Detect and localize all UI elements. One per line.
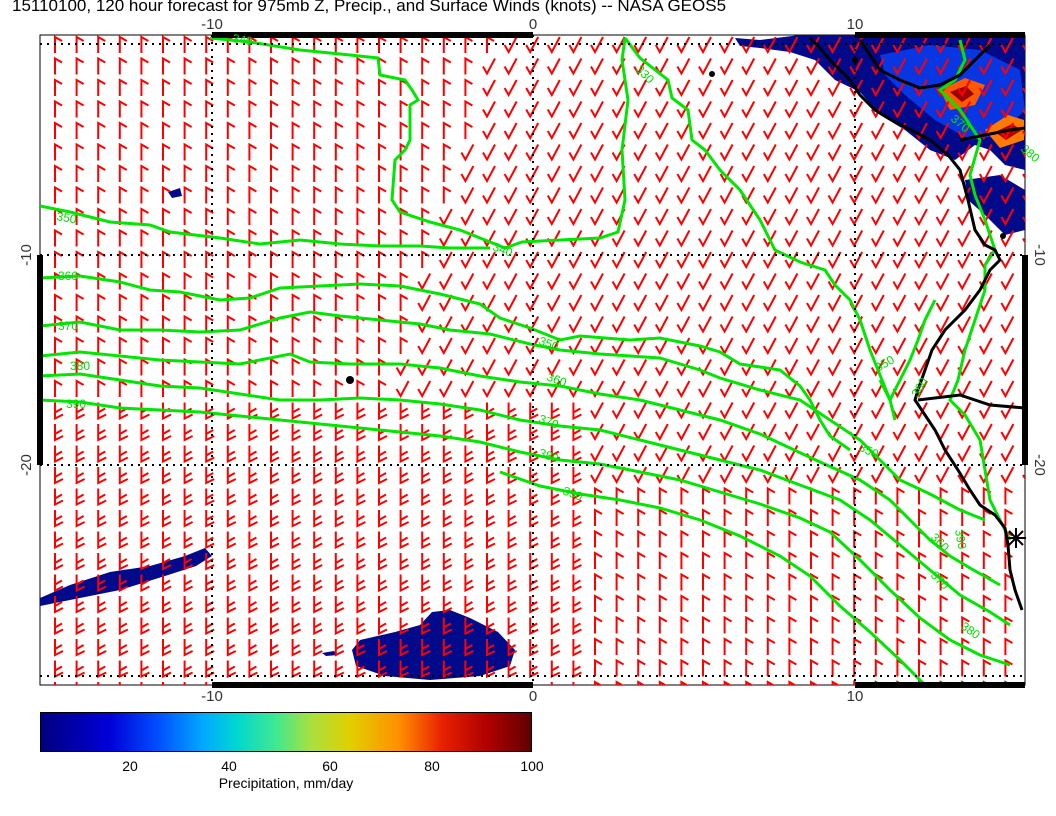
colorbar-tick: 20 [122, 758, 138, 774]
wind-barb [1027, 575, 1034, 591]
contour-label: 360 [58, 269, 78, 283]
wind-barb [1027, 510, 1034, 526]
lon-tick-bottom: 10 [847, 688, 864, 705]
lon-tick-top: 10 [847, 16, 864, 33]
lon-tick-bottom: -10 [201, 688, 223, 705]
colorbar-tick: 80 [424, 758, 440, 774]
lon-tick-top: 0 [529, 16, 537, 33]
station-asterisk-icon [1006, 528, 1026, 548]
colorbar-tick: 60 [322, 758, 338, 774]
wind-barb [1027, 618, 1034, 634]
lon-tick-bottom: 0 [529, 688, 537, 705]
lat-tick-right: -20 [1031, 454, 1048, 476]
lat-tick-right: -10 [1031, 244, 1048, 266]
wind-barb [1027, 596, 1034, 612]
wind-barb [1027, 553, 1034, 569]
colorbar-title: Precipitation, mm/day [218, 775, 354, 791]
colorbar-tick: 100 [520, 758, 544, 774]
forecast-map: 340 350 360 370 380 390 340 350 360 370 … [18, 16, 1048, 705]
lat-tick-left: -20 [18, 454, 35, 476]
lon-tick-top: -10 [201, 16, 223, 33]
precipitation-colorbar [40, 712, 532, 752]
contour-label: 370 [58, 319, 78, 333]
lat-tick-left: -10 [18, 244, 35, 266]
contour-label: 380 [70, 359, 90, 373]
contour-label: 390 [66, 397, 86, 411]
wind-barb [1027, 639, 1034, 655]
wind-barb [1027, 661, 1034, 677]
wind-barb [1027, 682, 1034, 698]
colorbar-tick: 40 [221, 758, 237, 774]
wind-barb [1027, 532, 1034, 548]
wind-barb [1027, 489, 1034, 505]
